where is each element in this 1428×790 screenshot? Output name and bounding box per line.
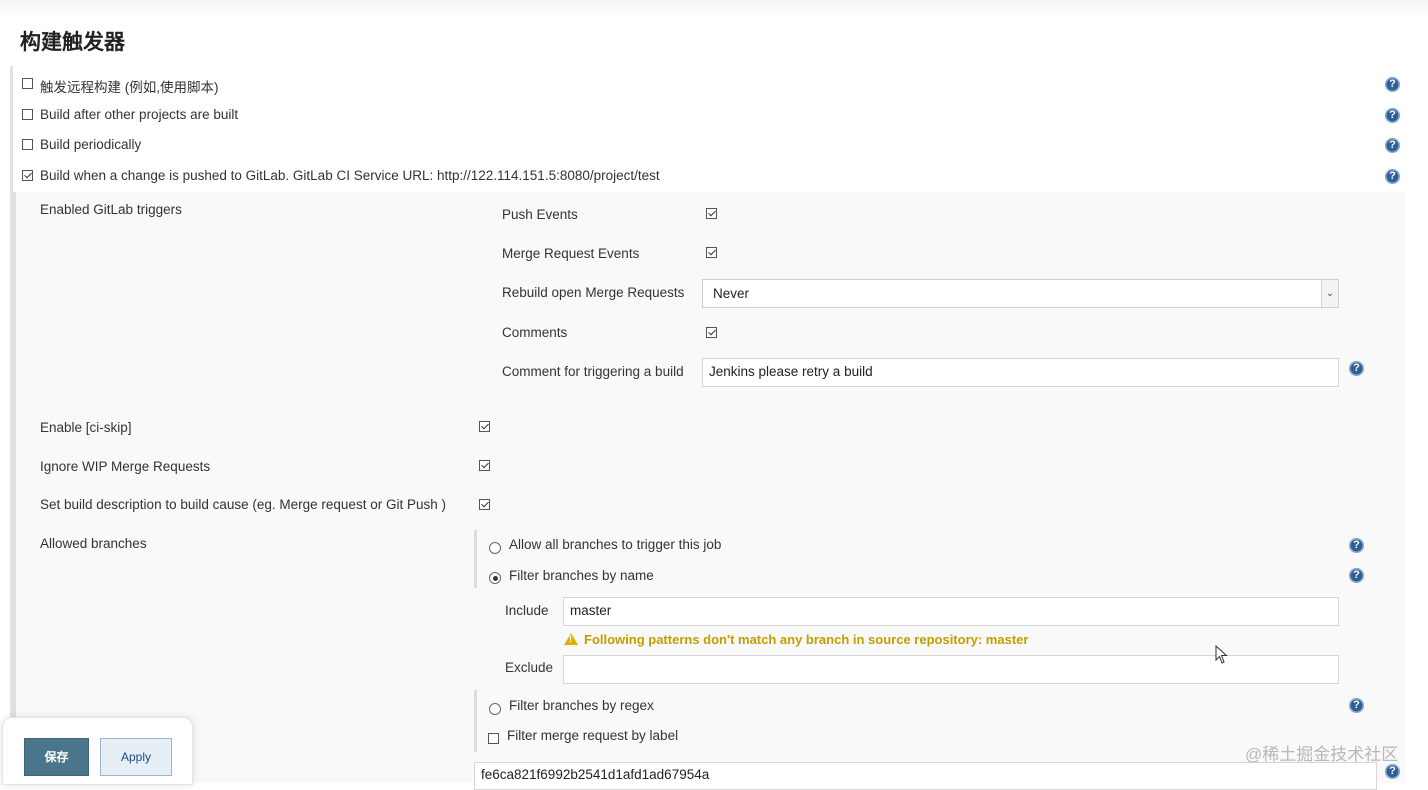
filter-by-name-label: Filter branches by name — [509, 568, 654, 583]
allow-all-branches-label: Allow all branches to trigger this job — [509, 537, 722, 552]
filter-by-name-radio[interactable] — [489, 572, 501, 584]
secret-token-input[interactable]: fe6ca821f6992b2541d1afd1ad67954a — [474, 762, 1377, 790]
filter-by-regex-radio[interactable] — [489, 703, 501, 715]
help-icon[interactable]: ? — [1385, 77, 1400, 92]
branch-warning-text: Following patterns don't match any branc… — [584, 632, 1029, 647]
branch-warning: Following patterns don't match any branc… — [564, 632, 1028, 647]
trigger-periodically-checkbox[interactable] — [22, 139, 33, 150]
chevron-down-icon: ⌄ — [1321, 280, 1338, 307]
help-icon[interactable]: ? — [1385, 108, 1400, 123]
branches-rule-lower — [474, 690, 477, 752]
filter-by-label-label: Filter merge request by label — [507, 728, 679, 743]
comments-checkbox[interactable] — [706, 327, 717, 338]
help-icon[interactable]: ? — [1385, 764, 1400, 779]
ci-skip-checkbox[interactable] — [479, 421, 490, 432]
include-input[interactable]: master — [563, 597, 1339, 626]
mouse-cursor-icon — [1215, 645, 1228, 664]
trigger-gitlab-push-checkbox[interactable] — [22, 170, 33, 181]
comment-trigger-input[interactable]: Jenkins please retry a build — [702, 358, 1339, 387]
branches-rule — [474, 530, 477, 588]
allow-all-branches-radio[interactable] — [489, 542, 501, 554]
rebuild-open-mr-label: Rebuild open Merge Requests — [502, 285, 685, 300]
exclude-label: Exclude — [505, 660, 554, 675]
rebuild-open-mr-select[interactable]: Never ⌄ — [702, 279, 1339, 308]
top-shade — [0, 0, 1428, 18]
ignore-wip-checkbox[interactable] — [479, 460, 490, 471]
watermark: @稀土掘金技术社区 — [1245, 745, 1399, 764]
filter-by-label-checkbox[interactable] — [488, 733, 499, 744]
ci-skip-label: Enable [ci-skip] — [40, 420, 132, 435]
apply-button[interactable]: Apply — [100, 738, 172, 776]
allowed-branches-label: Allowed branches — [40, 536, 147, 551]
warning-icon — [564, 633, 578, 645]
ignore-wip-label: Ignore WIP Merge Requests — [40, 459, 211, 474]
push-events-checkbox[interactable] — [706, 208, 717, 219]
trigger-periodically-label: Build periodically — [40, 137, 142, 152]
trigger-remote-checkbox[interactable] — [22, 78, 33, 89]
help-icon[interactable]: ? — [1349, 538, 1364, 553]
help-icon[interactable]: ? — [1385, 138, 1400, 153]
section-title: 构建触发器 — [20, 31, 125, 54]
help-icon[interactable]: ? — [1349, 698, 1364, 713]
gitlab-settings-rule — [13, 192, 16, 783]
trigger-gitlab-push-label: Build when a change is pushed to GitLab.… — [40, 168, 660, 183]
include-label: Include — [505, 603, 549, 618]
rebuild-open-mr-value: Never — [713, 286, 750, 301]
trigger-after-projects-label: Build after other projects are built — [40, 107, 239, 122]
set-description-checkbox[interactable] — [479, 499, 490, 510]
set-description-label: Set build description to build cause (eg… — [40, 497, 446, 512]
comment-trigger-label: Comment for triggering a build — [502, 364, 684, 379]
trigger-remote-label: 触发远程构建 (例如,使用脚本) — [40, 80, 219, 95]
push-events-label: Push Events — [502, 207, 578, 222]
merge-request-events-checkbox[interactable] — [706, 247, 717, 258]
save-button[interactable]: 保存 — [24, 738, 89, 776]
filter-by-regex-label: Filter branches by regex — [509, 698, 654, 713]
enabled-triggers-label: Enabled GitLab triggers — [40, 202, 182, 217]
help-icon[interactable]: ? — [1385, 169, 1400, 184]
merge-request-events-label: Merge Request Events — [502, 246, 640, 261]
comments-label: Comments — [502, 325, 568, 340]
help-icon[interactable]: ? — [1349, 361, 1364, 376]
help-icon[interactable]: ? — [1349, 568, 1364, 583]
trigger-after-projects-checkbox[interactable] — [22, 109, 33, 120]
